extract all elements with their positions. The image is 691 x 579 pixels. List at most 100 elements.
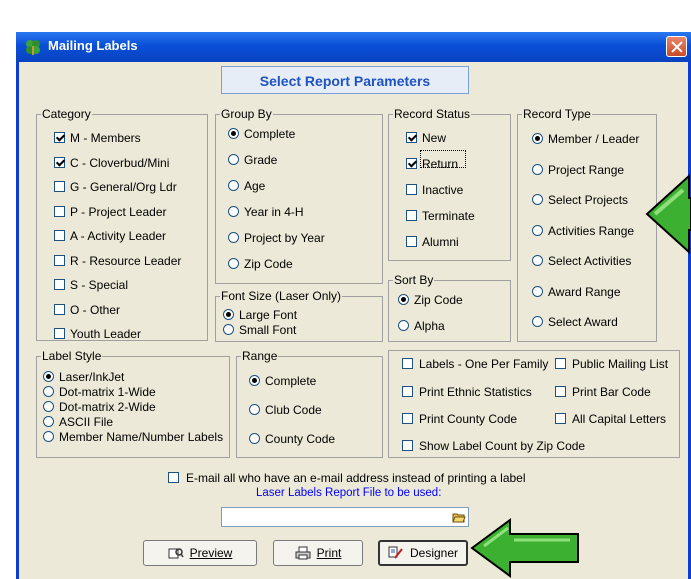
option-checkbox[interactable] — [402, 358, 413, 369]
option-checkbox[interactable] — [402, 386, 413, 397]
group-by-radio[interactable] — [228, 258, 239, 269]
record-status-option-label: Alumni — [422, 235, 459, 249]
group-by-group-label: Group By — [220, 107, 273, 121]
option-checkbox[interactable] — [555, 413, 566, 424]
printer-icon — [295, 546, 311, 560]
record-status-option-label: Terminate — [422, 209, 475, 223]
group-by-radio[interactable] — [228, 154, 239, 165]
font-size-radio[interactable] — [223, 324, 234, 335]
sort-by-group: Sort By — [388, 273, 511, 342]
category-checkbox[interactable] — [54, 156, 65, 168]
font-size-radio[interactable] — [223, 309, 234, 320]
green-arrow-right-icon — [645, 173, 691, 255]
category-option-label: S - Special — [70, 278, 129, 292]
preview-button[interactable]: Preview — [143, 540, 257, 566]
label-style-option-label: ASCII File — [59, 415, 114, 429]
record-type-option-label: Member / Leader — [548, 132, 640, 146]
record-type-radio[interactable] — [532, 316, 543, 327]
label-style-option-label: Laser/InkJet — [59, 370, 125, 384]
category-checkbox[interactable] — [54, 132, 65, 143]
range-option-label: Club Code — [265, 403, 322, 417]
font-size-option-label: Small Font — [239, 323, 297, 337]
group-by-option-label: Grade — [244, 153, 278, 167]
range-group-label: Range — [241, 349, 279, 363]
sort-by-radio[interactable] — [398, 320, 409, 331]
close-button[interactable] — [666, 36, 687, 57]
group-by-radio[interactable] — [228, 206, 239, 217]
sort-by-option-label: Alpha — [414, 319, 445, 333]
report-file-input[interactable] — [221, 507, 469, 527]
title-bar[interactable]: Mailing Labels — [16, 32, 691, 62]
record-status-checkbox[interactable] — [406, 158, 417, 169]
green-arrow-bottom-icon — [470, 518, 579, 578]
category-option-label: R - Resource Leader — [70, 253, 182, 268]
category-checkbox[interactable] — [54, 303, 65, 315]
group-by-option-label: Age — [244, 179, 266, 193]
print-button[interactable]: Print — [273, 540, 363, 566]
range-radio[interactable] — [249, 404, 260, 415]
category-checkbox[interactable] — [54, 254, 65, 266]
record-status-checkbox[interactable] — [406, 132, 417, 143]
group-by-radio[interactable] — [228, 180, 239, 191]
label-style-group-label: Label Style — [41, 349, 103, 363]
folder-open-icon[interactable] — [452, 510, 466, 524]
range-option-label: Complete — [265, 374, 317, 388]
record-type-radio[interactable] — [532, 224, 543, 236]
email-label: E-mail all who have an e-mail address in… — [186, 471, 526, 485]
record-type-radio[interactable] — [532, 133, 543, 144]
label-style-radio[interactable] — [43, 386, 54, 397]
designer-icon — [388, 546, 403, 559]
category-checkbox[interactable] — [54, 205, 65, 217]
category-option-label: O - Other — [70, 302, 121, 317]
category-group-label: Category — [41, 107, 92, 121]
group-by-option-label: Project by Year — [244, 231, 325, 245]
record-type-radio[interactable] — [532, 255, 543, 266]
font-size-group-label: Font Size (Laser Only) — [220, 289, 343, 303]
label-style-radio[interactable] — [43, 431, 54, 442]
label-style-option-label: Dot-matrix 1-Wide — [59, 385, 156, 399]
record-type-radio[interactable] — [532, 163, 543, 175]
option-checkbox[interactable] — [402, 440, 413, 451]
label-style-radio[interactable] — [43, 416, 54, 427]
group-by-radio[interactable] — [228, 232, 239, 243]
category-option-label: Youth Leader — [70, 327, 141, 341]
option-label: All Capital Letters — [572, 412, 667, 426]
sort-by-radio[interactable] — [398, 294, 409, 305]
category-checkbox[interactable] — [54, 230, 65, 241]
option-checkbox[interactable] — [555, 386, 566, 397]
record-status-option-label: New — [422, 131, 447, 145]
record-type-option-label: Select Activities — [548, 254, 632, 268]
sort-by-option-label: Zip Code — [414, 293, 463, 307]
record-type-option-label: Award Range — [548, 284, 621, 299]
record-type-option-label: Select Award — [548, 315, 618, 329]
group-by-option-label: Zip Code — [244, 257, 293, 271]
record-type-option-label: Activities Range — [548, 223, 635, 238]
record-status-checkbox[interactable] — [406, 184, 417, 195]
option-checkbox[interactable] — [402, 413, 413, 424]
category-option-label: C - Cloverbud/Mini — [70, 155, 170, 170]
designer-button[interactable]: Designer — [378, 540, 468, 566]
label-style-radio[interactable] — [43, 401, 54, 412]
option-label: Print Ethnic Statistics — [419, 385, 532, 399]
group-by-group: Group By — [215, 107, 383, 284]
record-status-checkbox[interactable] — [406, 210, 417, 221]
group-by-radio[interactable] — [228, 128, 239, 139]
label-style-radio[interactable] — [43, 371, 54, 382]
record-status-option-label: Inactive — [422, 183, 464, 197]
range-radio[interactable] — [249, 433, 260, 444]
range-radio[interactable] — [249, 375, 260, 386]
record-status-checkbox[interactable] — [406, 236, 417, 247]
category-option-label: P - Project Leader — [70, 204, 167, 219]
email-checkbox[interactable] — [168, 472, 179, 483]
category-checkbox[interactable] — [54, 328, 65, 339]
category-checkbox[interactable] — [54, 279, 65, 290]
category-option-label: G - General/Org Ldr — [70, 180, 177, 194]
preview-icon — [168, 548, 184, 559]
print-label: Print — [316, 546, 342, 560]
sort-by-group-label: Sort By — [393, 273, 435, 287]
option-checkbox[interactable] — [555, 358, 566, 369]
category-checkbox[interactable] — [54, 181, 65, 192]
record-type-radio[interactable] — [532, 194, 543, 205]
record-type-radio[interactable] — [532, 285, 543, 297]
report-file-label: Laser Labels Report File to be used: — [256, 487, 442, 499]
